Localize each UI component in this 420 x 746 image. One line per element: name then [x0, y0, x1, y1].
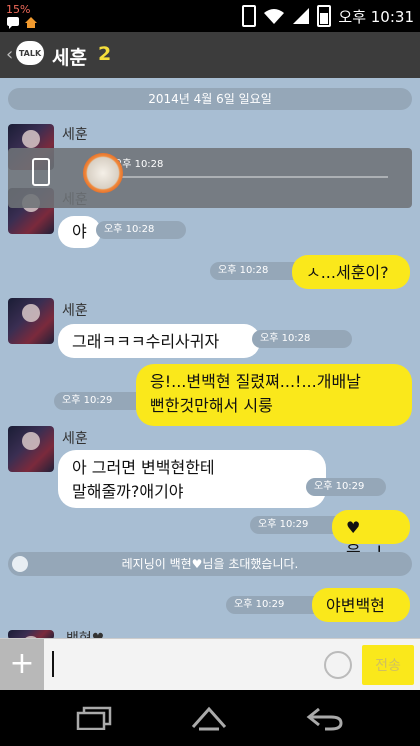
notification-icons [6, 16, 38, 29]
send-button[interactable]: 전송 [362, 645, 414, 685]
sms-icon [7, 17, 19, 29]
attach-plus-button[interactable]: + [0, 639, 44, 691]
rotation-icon [242, 5, 257, 27]
message-bubble[interactable]: 응!...변백현 질렸쪄...!...개배날 뻔한것만해서 시룽 [136, 364, 412, 426]
message-time: 오후 10:29 [306, 478, 386, 496]
message-input-bar: + 전송 [0, 638, 420, 691]
home-icon[interactable] [184, 698, 234, 738]
seek-track[interactable] [108, 176, 388, 178]
battery-icon [317, 5, 332, 27]
message-bubble[interactable]: 아 그러면 변백현한테 말해줄까?애기야 [58, 450, 326, 508]
message-time: 오후 10:29 [226, 596, 326, 614]
invite-text: 레지닝이 백현♥님을 초대했습니다. [121, 557, 299, 571]
message-bubble[interactable]: 야변백현 [312, 588, 410, 622]
message-input[interactable] [50, 645, 314, 687]
avatar[interactable] [8, 298, 54, 344]
chat-title: 세훈 [52, 47, 87, 69]
invite-notice: 레지닝이 백현♥님을 초대했습니다. [8, 552, 412, 576]
message-line: 뻔한것만해서 시룽 [150, 396, 273, 415]
chat-header: ‹ TALK 세훈 2 [0, 32, 420, 78]
home-app-icon [25, 17, 37, 28]
recent-apps-icon[interactable] [70, 698, 120, 738]
back-chevron-icon[interactable]: ‹ [6, 44, 13, 65]
message-line: 응!...변백현 질렸쪄...!...개배날 [150, 372, 361, 391]
status-bar: 15% 오후 10:31 [0, 0, 420, 32]
message-bubble[interactable]: 그래ㅋㅋㅋ수리사귀자 [58, 324, 260, 358]
nav-bar [0, 690, 420, 746]
date-divider: 2014년 4월 6일 일요일 [8, 88, 412, 110]
talk-logo-icon[interactable]: TALK [16, 41, 44, 65]
media-player-overlay[interactable]: 오후 10:28 [8, 148, 412, 208]
sender-name: 세훈 [62, 303, 88, 319]
clock: 오후 10:31 [338, 7, 414, 26]
vibrate-phone-icon [32, 158, 50, 186]
message-time: 오후 10:28 [96, 221, 186, 239]
signal-icon [293, 8, 310, 24]
sender-name: 세훈 [62, 127, 88, 143]
message-bubble[interactable]: ♥응...! [332, 510, 410, 561]
text-caret [52, 651, 54, 677]
message-time: 오후 10:28 [252, 330, 352, 348]
avatar[interactable] [8, 426, 54, 472]
emoticon-icon[interactable] [324, 651, 352, 679]
wifi-icon [264, 9, 285, 24]
back-icon[interactable] [300, 698, 350, 738]
message-bubble[interactable]: ㅅ...세훈이? [292, 255, 410, 289]
message-bubble[interactable]: 야 [58, 216, 101, 248]
member-count: 2 [98, 43, 112, 65]
battery-percent: 15% [6, 3, 31, 16]
user-invite-icon [12, 556, 28, 572]
sender-name: 세훈 [62, 431, 88, 447]
message-line: 아 그러면 변백현한테 [72, 458, 215, 477]
playback-knob-icon[interactable] [83, 153, 123, 193]
message-line: 말해줄까?애기야 [72, 482, 184, 501]
